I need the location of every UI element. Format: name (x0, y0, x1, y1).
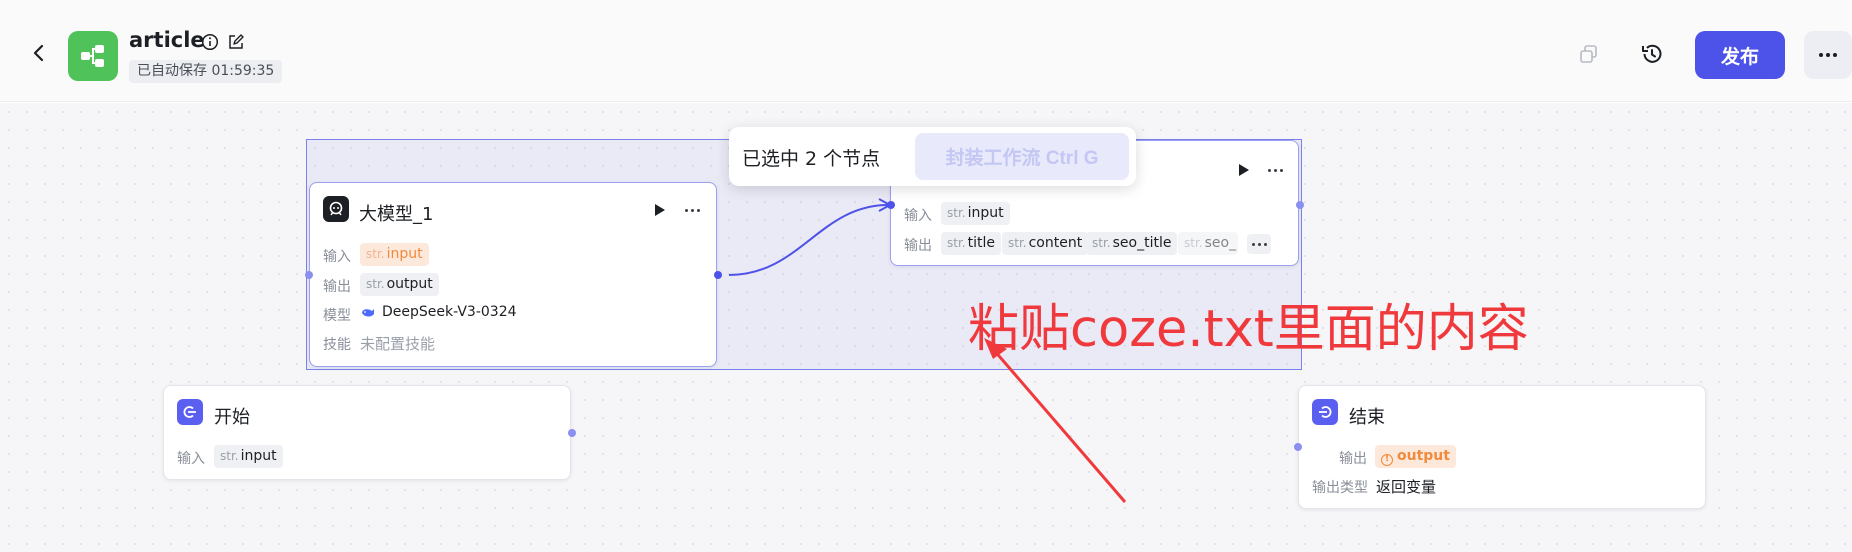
selection-popover: 已选中 2 个节点 封装工作流 Ctrl G (729, 127, 1136, 186)
end-node[interactable]: 结束 输出 ! output 输出类型 返回变量 (1298, 385, 1706, 509)
node-more-icon[interactable] (1263, 161, 1287, 179)
model-label: 模型 (323, 308, 351, 324)
output-port[interactable] (568, 429, 576, 437)
input-tag: str. input (214, 445, 283, 468)
output-port[interactable] (714, 271, 722, 279)
output-label: 输出 (323, 279, 351, 295)
node-title: 开始 (214, 407, 250, 428)
selection-count: 已选中 2 个节点 (742, 148, 881, 170)
input-label: 输入 (904, 208, 932, 224)
output-tag: str. output (360, 273, 439, 296)
model-value: DeepSeek-V3-0324 (382, 304, 517, 320)
skill-value: 未配置技能 (360, 335, 436, 353)
skill-label: 技能 (323, 337, 351, 353)
input-tag: str. input (941, 202, 1010, 225)
annotation-text: 粘贴coze.txt里面的内容 (968, 300, 1529, 359)
output-tag: str. title (941, 232, 1001, 255)
output-tag: ! output (1375, 445, 1456, 468)
play-icon[interactable] (1234, 161, 1252, 179)
output-type-value: 返回变量 (1376, 478, 1437, 496)
output-tag: str. content (1002, 232, 1089, 255)
wrap-workflow-button[interactable]: 封装工作流 Ctrl G (915, 133, 1129, 180)
input-label: 输入 (177, 451, 205, 467)
input-label: 输入 (323, 249, 351, 265)
output-label: 输出 (1339, 451, 1367, 467)
robot-icon (323, 196, 349, 222)
input-tag: str. input (360, 243, 429, 266)
output-label: 输出 (904, 238, 932, 254)
node-title: 大模型_1 (359, 204, 434, 225)
warning-icon: ! (1381, 454, 1393, 466)
output-port[interactable] (1296, 201, 1304, 209)
output-type-label: 输出类型 (1312, 480, 1368, 496)
whale-icon (360, 304, 376, 320)
input-port[interactable] (1294, 443, 1302, 451)
end-icon (1312, 399, 1338, 425)
start-icon (177, 399, 203, 425)
start-node[interactable]: 开始 输入 str. input (163, 385, 571, 480)
node-more-icon[interactable] (680, 201, 704, 219)
play-icon[interactable] (650, 201, 668, 219)
output-tag: str. seo_ (1178, 232, 1238, 255)
input-port[interactable] (887, 201, 895, 209)
node-title: 结束 (1349, 407, 1385, 428)
llm-node[interactable]: 大模型_1 输入 str. input 输出 str. output 模型 Deep… (309, 182, 717, 367)
output-tag: str. seo_title (1086, 232, 1178, 255)
more-outputs-icon[interactable] (1247, 234, 1271, 254)
input-port[interactable] (305, 271, 313, 279)
